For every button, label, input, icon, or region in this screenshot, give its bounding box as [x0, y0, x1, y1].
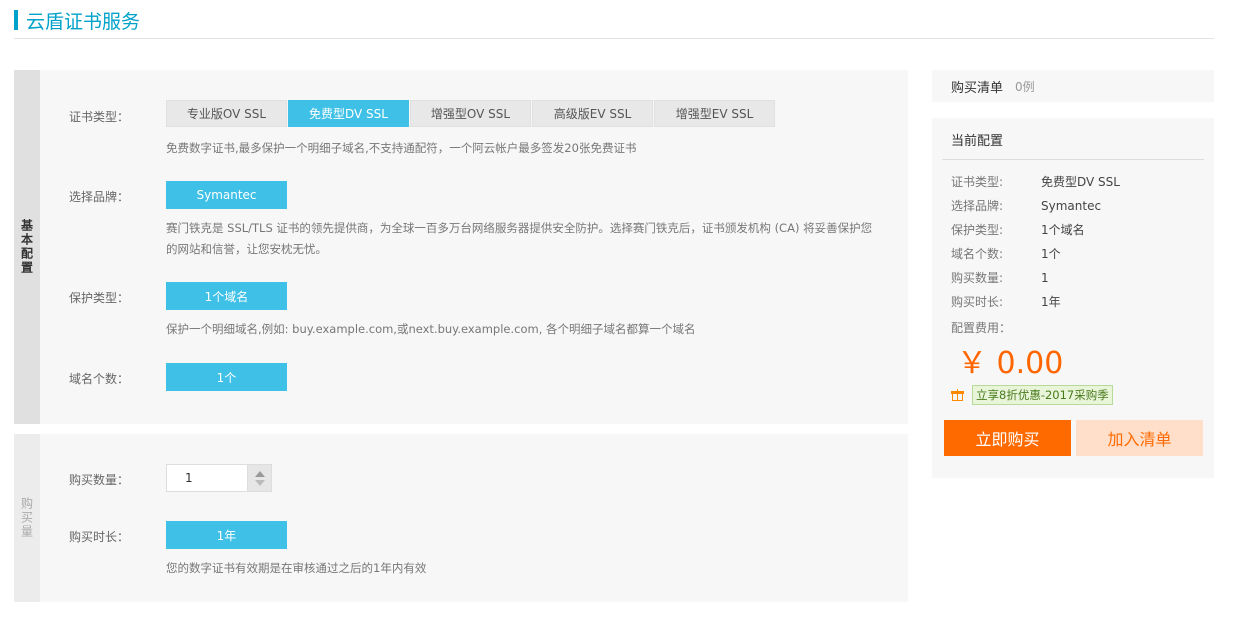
- config-value: 1: [1041, 271, 1049, 285]
- quantity-section-label: 购买量: [19, 497, 34, 539]
- tab-cert-dv-free[interactable]: 免费型DV SSL: [288, 100, 409, 127]
- config-row: 购买时长: 1年: [951, 293, 1061, 310]
- brand-help-line2: 的网站和信誉，让您安枕无忧。: [166, 242, 327, 256]
- config-key: 保护类型:: [951, 223, 1004, 237]
- page-title-text: 云盾证书服务: [26, 10, 141, 33]
- duration-help: 您的数字证书有效期是在审核通过之后的1年内有效: [166, 561, 427, 575]
- config-key: 购买数量:: [951, 271, 1004, 285]
- quantity-panel: 购买量 购买数量： 购买时长： 1年 您的数字证书有效期是在审核通过之后的1年内…: [14, 434, 908, 602]
- config-row: 证书类型: 免费型DV SSL: [951, 173, 1120, 190]
- quantity-stepper-arrows[interactable]: [248, 464, 272, 492]
- tab-cert-ev-enhanced[interactable]: 增强型EV SSL: [654, 100, 775, 127]
- brand-label: 选择品牌：: [69, 190, 130, 204]
- current-config-panel: 当前配置 证书类型: 免费型DV SSL 选择品牌: Symantec 保护类型: 1…: [932, 118, 1214, 478]
- cert-type-label: 证书类型：: [69, 110, 130, 124]
- protect-type-option[interactable]: 1个域名: [166, 282, 287, 310]
- config-value: 1个: [1041, 247, 1061, 261]
- config-value: 1个域名: [1041, 223, 1085, 237]
- purchase-list-count: 0例: [1015, 79, 1035, 94]
- basic-config-label: 基本配置: [19, 219, 34, 275]
- domain-count-label: 域名个数：: [69, 372, 130, 386]
- quantity-side-tab: 购买量: [14, 434, 40, 602]
- tab-cert-ov-pro[interactable]: 专业版OV SSL: [166, 100, 287, 127]
- config-value: 1年: [1041, 295, 1061, 309]
- config-value: Symantec: [1041, 199, 1102, 213]
- config-row: 保护类型: 1个域名: [951, 221, 1085, 238]
- basic-config-panel: 基本配置 证书类型： 专业版OV SSL 免费型DV SSL 增强型OV SSL…: [14, 70, 908, 424]
- config-divider: [942, 159, 1204, 160]
- config-key: 购买时长:: [951, 295, 1004, 309]
- qty-label: 购买数量：: [69, 473, 130, 487]
- duration-label: 购买时长：: [69, 530, 130, 544]
- basic-config-side-tab: 基本配置: [14, 70, 40, 424]
- purchase-list-bar[interactable]: 购买清单 0例: [932, 70, 1214, 102]
- config-row: 购买数量: 1: [951, 269, 1049, 286]
- config-value: 免费型DV SSL: [1041, 175, 1120, 189]
- price-total: ￥ 0.00: [957, 346, 1064, 381]
- tab-cert-ov-enhanced[interactable]: 增强型OV SSL: [410, 100, 531, 127]
- config-row: 域名个数: 1个: [951, 245, 1061, 262]
- brand-help-line1: 赛门铁克是 SSL/TLS 证书的领先提供商，为全球一百多万台网络服务器提供安全…: [166, 221, 873, 235]
- config-key: 证书类型:: [951, 175, 1004, 189]
- title-accent-bar: [14, 10, 18, 30]
- promo-badge[interactable]: 立享8折优惠-2017采购季: [972, 385, 1113, 405]
- decrement-arrow-icon[interactable]: [254, 479, 265, 486]
- duration-option[interactable]: 1年: [166, 521, 287, 549]
- config-key: 域名个数:: [951, 247, 1004, 261]
- promo-row: 立享8折优惠-2017采购季: [951, 385, 1113, 405]
- purchase-list-label: 购买清单: [951, 80, 1004, 96]
- quantity-stepper: [166, 464, 272, 492]
- protect-type-label: 保护类型：: [69, 291, 130, 305]
- add-to-list-button[interactable]: 加入清单: [1076, 420, 1203, 456]
- tab-cert-ev-advanced[interactable]: 高级版EV SSL: [532, 100, 653, 127]
- cert-type-help: 免费数字证书,最多保护一个明细子域名,不支持通配符，一个阿云帐户最多签发20张免…: [166, 141, 637, 155]
- domain-count-option[interactable]: 1个: [166, 363, 287, 391]
- brand-option-symantec[interactable]: Symantec: [166, 181, 287, 209]
- quantity-input[interactable]: [166, 464, 248, 492]
- cert-type-tabs: 专业版OV SSL 免费型DV SSL 增强型OV SSL 高级版EV SSL …: [166, 100, 776, 127]
- buy-now-button[interactable]: 立即购买: [944, 420, 1071, 456]
- increment-arrow-icon[interactable]: [254, 470, 265, 477]
- page-title: 云盾证书服务: [14, 9, 141, 33]
- config-row: 选择品牌: Symantec: [951, 197, 1101, 214]
- title-divider: [14, 38, 1214, 39]
- config-key: 选择品牌:: [951, 199, 1004, 213]
- protect-type-help: 保护一个明细域名,例如: buy.example.com,或next.buy.e…: [166, 322, 696, 336]
- gift-icon: [951, 389, 964, 401]
- fee-label: 配置费用：: [951, 321, 1012, 335]
- current-config-title: 当前配置: [951, 134, 1004, 149]
